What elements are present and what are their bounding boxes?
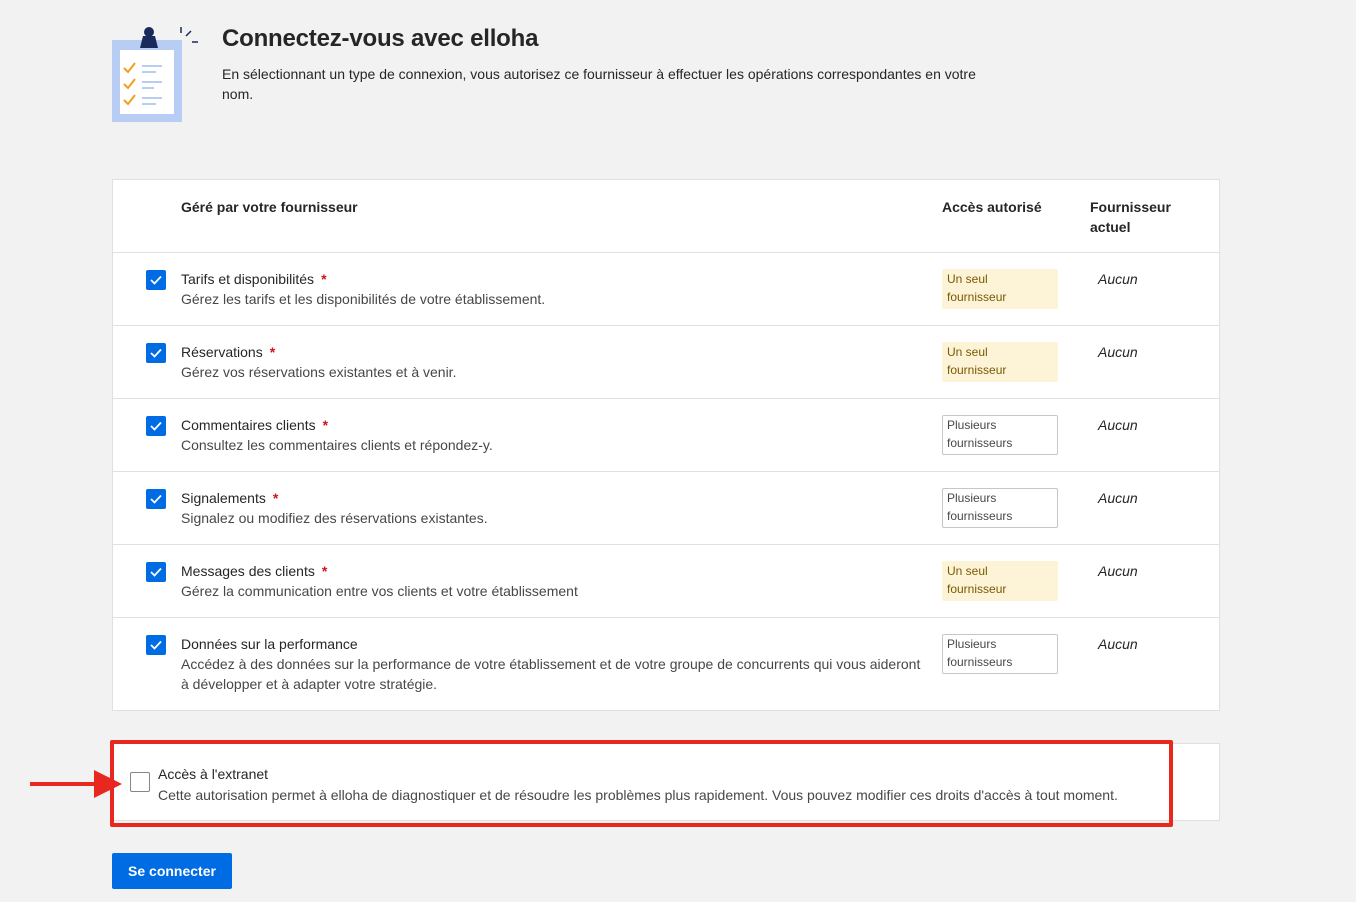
access-badge: Plusieurs fournisseurs [942,488,1058,528]
permission-checkbox[interactable] [146,343,166,363]
permission-title: Signalements [181,490,266,506]
permissions-table: Géré par votre fournisseur Accès autoris… [112,179,1220,711]
checkmark-icon [150,494,162,504]
permission-title: Commentaires clients [181,417,316,433]
table-row: Commentaires clients * Consultez les comm… [113,399,1219,472]
checkmark-icon [150,567,162,577]
permission-description: Consultez les commentaires clients et ré… [181,437,493,453]
permission-description: Gérez la communication entre vos clients… [181,583,578,599]
required-marker: * [272,490,279,506]
permission-description: Gérez les tarifs et les disponibilités d… [181,291,546,307]
access-badge-line2: fournisseur [947,363,1007,377]
required-marker: * [321,271,327,287]
access-badge-line1: Un seul [947,564,988,578]
permission-checkbox[interactable] [146,562,166,582]
access-badge-line1: Plusieurs [947,418,997,432]
extranet-access-description: Cette autorisation permet à elloha de di… [158,787,1118,803]
red-arrow-icon [30,770,122,798]
column-header-current: Fournisseur actuel [1090,197,1171,237]
access-badge: Plusieurs fournisseurs [942,415,1058,455]
table-row: Réservations * Gérez vos réservations exi… [113,326,1219,399]
table-header: Géré par votre fournisseur Accès autoris… [113,180,1219,253]
table-row: Tarifs et disponibilités * Gérez les tari… [113,253,1219,326]
checkmark-icon [150,640,162,650]
table-row: Données sur la performance Accédez à des… [113,618,1219,710]
column-header-current-line1: Fournisseur [1090,199,1171,215]
access-badge-line1: Plusieurs [947,491,997,505]
access-badge-line2: fournisseur [947,290,1007,304]
checkmark-icon [150,348,162,358]
permission-checkbox[interactable] [146,489,166,509]
current-provider: Aucun [1098,490,1138,506]
column-header-current-line2: actuel [1090,219,1131,235]
table-row: Messages des clients * Gérez la communica… [113,545,1219,618]
required-marker: * [321,563,328,579]
permission-title: Données sur la performance [181,636,358,652]
permission-title: Messages des clients [181,563,315,579]
current-provider: Aucun [1098,344,1138,360]
table-row: Signalements * Signalez ou modifiez des r… [113,472,1219,545]
intro-text: En sélectionnant un type de connexion, v… [222,66,976,102]
checkmark-icon [150,275,162,285]
clipboard-checklist-icon [112,27,198,122]
extranet-access-checkbox[interactable] [130,772,150,792]
permission-checkbox[interactable] [146,635,166,655]
connect-button[interactable]: Se connecter [112,853,232,889]
permission-description: Accédez à des données sur la performance… [181,656,921,692]
checkmark-icon [150,421,162,431]
access-badge-line2: fournisseurs [947,509,1013,523]
access-badge-line1: Un seul [947,345,988,359]
page-title: Connectez-vous avec elloha [222,25,539,52]
permission-checkbox[interactable] [146,270,166,290]
access-badge: Un seul fournisseur [942,342,1058,382]
access-badge: Un seul fournisseur [942,269,1058,309]
permission-description: Gérez vos réservations existantes et à v… [181,364,457,380]
access-badge: Un seul fournisseur [942,561,1058,601]
access-badge-line1: Plusieurs [947,637,997,651]
required-marker: * [269,344,276,360]
access-badge-line2: fournisseurs [947,655,1013,669]
access-badge-line2: fournisseurs [947,436,1013,450]
current-provider: Aucun [1098,636,1138,652]
access-badge-line2: fournisseur [947,582,1007,596]
current-provider: Aucun [1098,271,1138,287]
required-marker: * [322,417,329,433]
column-header-managed: Géré par votre fournisseur [181,199,358,215]
permission-title: Tarifs et disponibilités [181,271,315,287]
permission-checkbox[interactable] [146,416,166,436]
current-provider: Aucun [1098,563,1138,579]
column-header-access: Accès autorisé [942,199,1042,215]
extranet-access-title: Accès à l'extranet [158,766,269,782]
access-badge: Plusieurs fournisseurs [942,634,1058,674]
access-badge-line1: Un seul [947,272,988,286]
permission-title: Réservations [181,344,263,360]
permission-description: Signalez ou modifiez des réservations ex… [181,510,488,526]
extranet-access-panel: Accès à l'extranet Cette autorisation pe… [112,743,1220,821]
current-provider: Aucun [1098,417,1138,433]
